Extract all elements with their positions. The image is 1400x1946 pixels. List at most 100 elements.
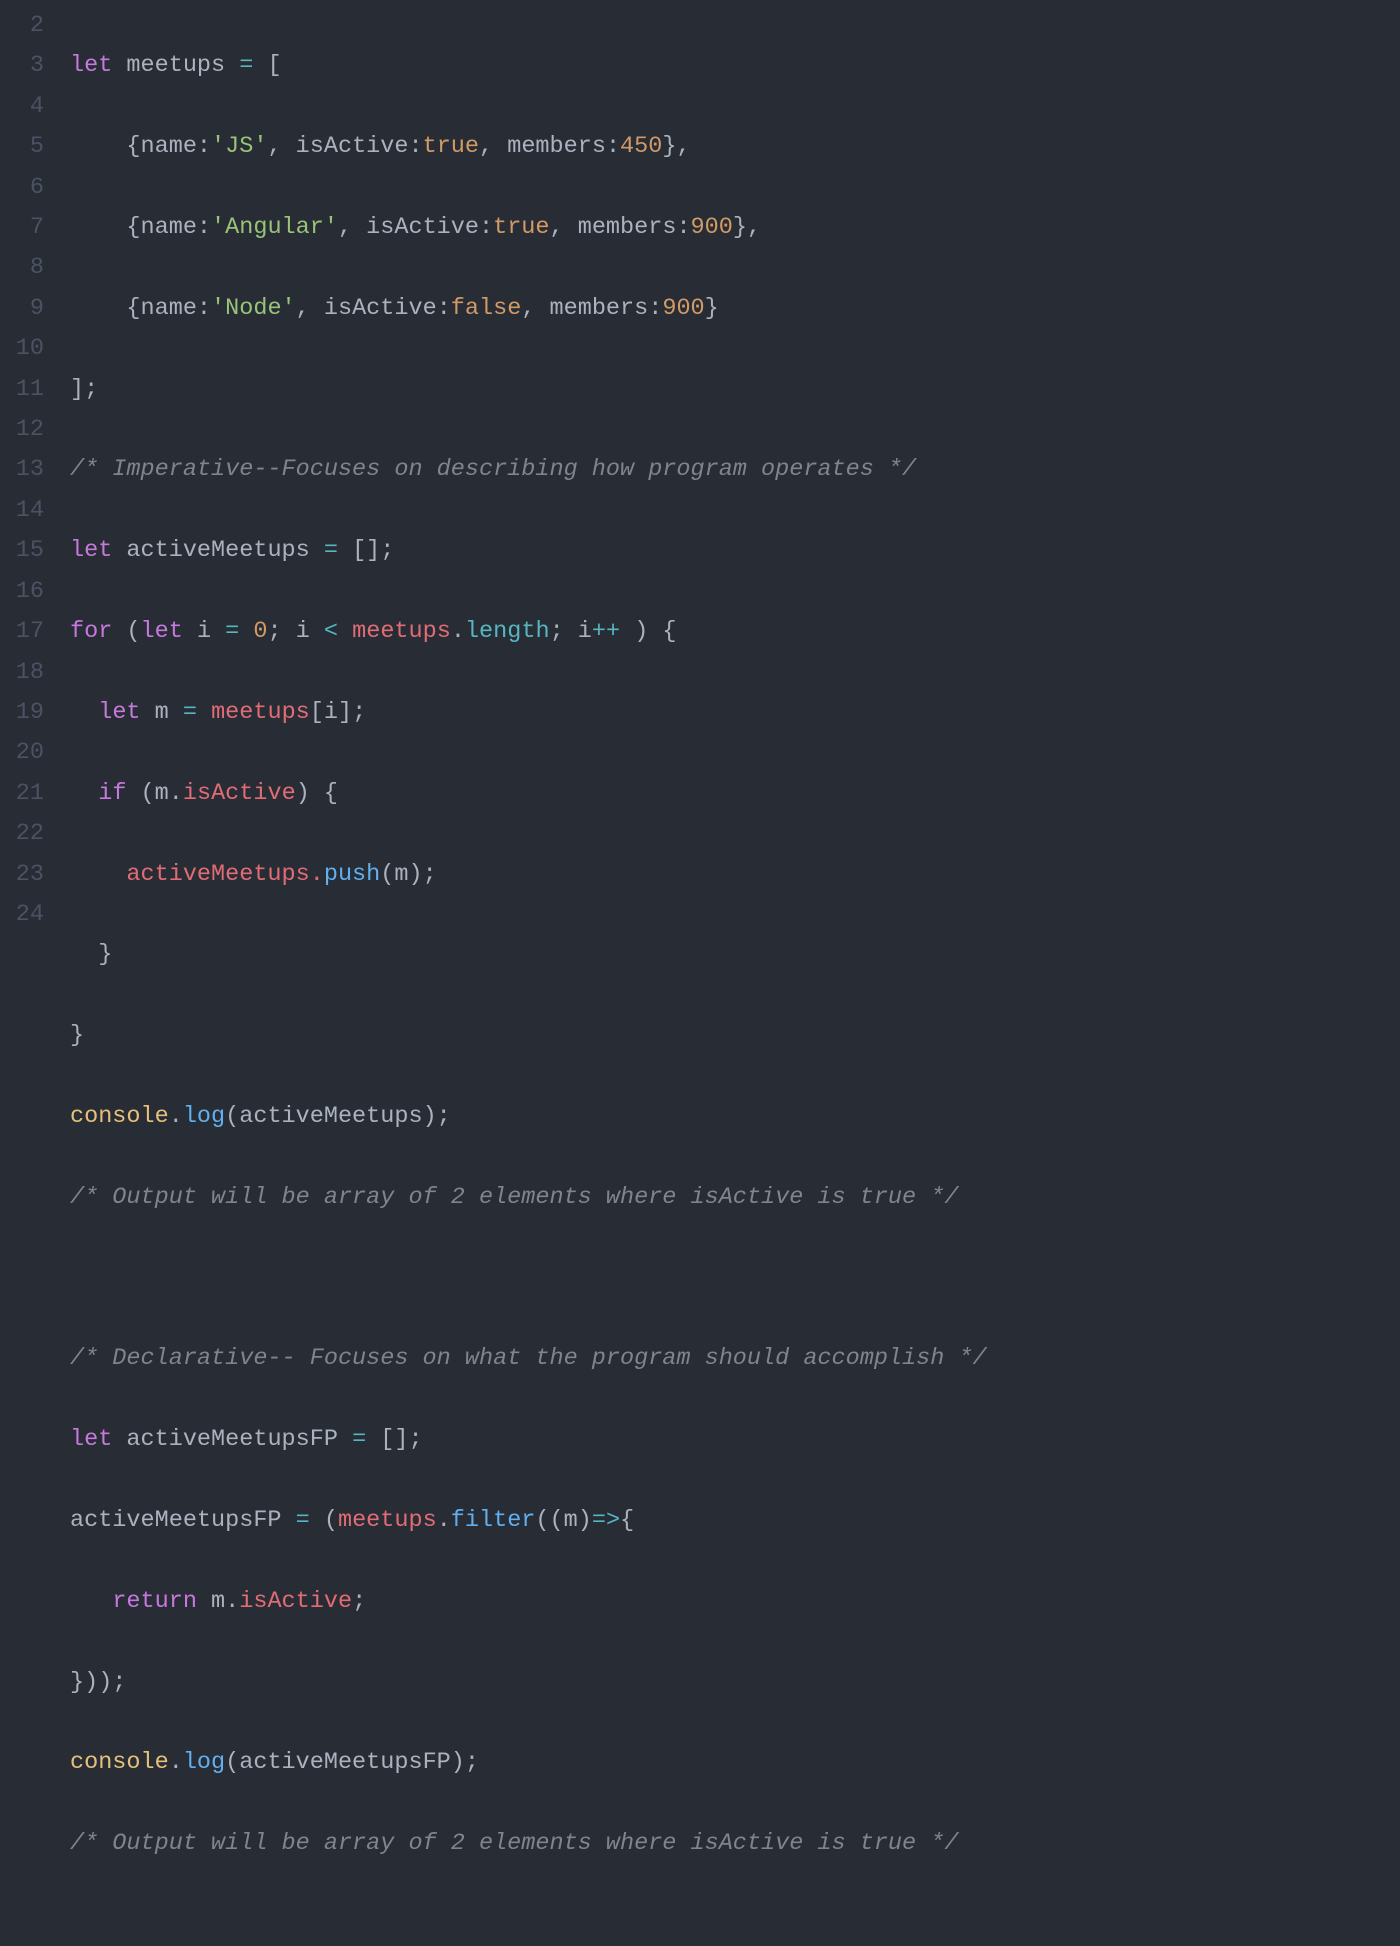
line-number: 10 <box>0 329 44 369</box>
space <box>70 780 98 807</box>
space <box>70 1588 112 1615</box>
punctuation: [ <box>253 52 281 79</box>
method: push <box>324 861 380 888</box>
code-line[interactable]: activeMeetupsFP = (meetups.filter((m)=>{ <box>70 1501 987 1541</box>
punctuation: ) { <box>296 780 338 807</box>
keyword: let <box>98 699 140 726</box>
punctuation: : <box>197 214 211 241</box>
code-line[interactable]: ]; <box>70 370 987 410</box>
punctuation: : <box>606 133 620 160</box>
punctuation: }, <box>662 133 690 160</box>
line-number: 4 <box>0 87 44 127</box>
line-number: 12 <box>0 410 44 450</box>
object: console <box>70 1103 169 1130</box>
property: isActive <box>183 780 296 807</box>
code-line[interactable]: return m.isActive; <box>70 1582 987 1622</box>
keyword: let <box>70 1426 112 1453</box>
identifier: meetups <box>352 618 451 645</box>
line-number: 7 <box>0 208 44 248</box>
punctuation: }, <box>733 214 761 241</box>
code-line[interactable]: activeMeetups.push(m); <box>70 855 987 895</box>
line-number-gutter: 2 3 4 5 6 7 8 9 10 11 12 13 14 15 16 17 … <box>0 6 56 1946</box>
punctuation: : <box>648 295 662 322</box>
code-line[interactable] <box>70 1259 987 1299</box>
boolean: true <box>493 214 549 241</box>
line-number: 23 <box>0 855 44 895</box>
code-line[interactable]: {name:'Angular', isActive:true, members:… <box>70 208 987 248</box>
operator: ++ <box>592 618 620 645</box>
line-number: 20 <box>0 733 44 773</box>
punctuation: . <box>451 618 465 645</box>
code-line[interactable]: } <box>70 1016 987 1056</box>
operator: = <box>296 1507 310 1534</box>
keyword: let <box>70 52 112 79</box>
line-number: 24 <box>0 895 44 935</box>
code-line[interactable]: console.log(activeMeetups); <box>70 1097 987 1137</box>
line-number: 6 <box>0 168 44 208</box>
punctuation: []; <box>338 537 394 564</box>
punctuation: m. <box>197 1588 239 1615</box>
punctuation: (m. <box>126 780 182 807</box>
code-line[interactable]: /* Imperative--Focuses on describing how… <box>70 450 987 490</box>
code-line[interactable]: } <box>70 935 987 975</box>
punctuation: })); <box>70 1669 126 1696</box>
identifier: activeMeetupsFP <box>70 1507 296 1534</box>
keyword: if <box>98 780 126 807</box>
keyword: let <box>70 537 112 564</box>
code-line[interactable]: /* Output will be array of 2 elements wh… <box>70 1824 987 1864</box>
punctuation: []; <box>366 1426 422 1453</box>
punctuation: } <box>70 941 112 968</box>
operator: < <box>324 618 338 645</box>
keyword: return <box>112 1588 197 1615</box>
punctuation: : <box>197 133 211 160</box>
code-line[interactable]: /* Declarative-- Focuses on what the pro… <box>70 1339 987 1379</box>
operator: => <box>592 1507 620 1534</box>
code-line[interactable]: })); <box>70 1663 987 1703</box>
comment: /* Output will be array of 2 elements wh… <box>70 1184 958 1211</box>
code-line[interactable]: if (m.isActive) { <box>70 774 987 814</box>
identifier: meetups <box>112 52 239 79</box>
identifier: meetups <box>211 699 310 726</box>
code-line[interactable]: let activeMeetups = []; <box>70 531 987 571</box>
line-number: 13 <box>0 450 44 490</box>
space <box>239 618 253 645</box>
property: , isActive <box>296 295 437 322</box>
code-line[interactable]: /* Output will be array of 2 elements wh… <box>70 1178 987 1218</box>
identifier: activeMeetupsFP <box>112 1426 352 1453</box>
identifier: i <box>183 618 225 645</box>
code-line[interactable]: let m = meetups[i]; <box>70 693 987 733</box>
punctuation: [i]; <box>310 699 366 726</box>
code-line[interactable]: {name:'JS', isActive:true, members:450}, <box>70 127 987 167</box>
line-number: 11 <box>0 370 44 410</box>
code-line[interactable]: let activeMeetupsFP = []; <box>70 1420 987 1460</box>
boolean: false <box>451 295 522 322</box>
line-number: 16 <box>0 572 44 612</box>
punctuation: : <box>479 214 493 241</box>
operator: = <box>183 699 197 726</box>
punctuation: ( <box>310 1507 338 1534</box>
boolean: true <box>423 133 479 160</box>
punctuation: { <box>620 1507 634 1534</box>
punctuation: . <box>437 1507 451 1534</box>
operator: = <box>239 52 253 79</box>
number: 900 <box>662 295 704 322</box>
code-line[interactable]: {name:'Node', isActive:false, members:90… <box>70 289 987 329</box>
number: 900 <box>691 214 733 241</box>
code-editor[interactable]: 2 3 4 5 6 7 8 9 10 11 12 13 14 15 16 17 … <box>0 0 1400 1946</box>
property: , members <box>479 133 606 160</box>
code-line[interactable]: let meetups = [ <box>70 46 987 86</box>
operator: = <box>225 618 239 645</box>
identifier: activeMeetups <box>112 537 324 564</box>
code-line[interactable]: for (let i = 0; i < meetups.length; i++ … <box>70 612 987 652</box>
punctuation: (activeMeetups); <box>225 1103 451 1130</box>
punctuation: ((m) <box>535 1507 591 1534</box>
identifier: ; i <box>550 618 592 645</box>
space <box>197 699 211 726</box>
code-content[interactable]: let meetups = [ {name:'JS', isActive:tru… <box>56 6 987 1946</box>
punctuation: } <box>70 1022 84 1049</box>
line-number: 19 <box>0 693 44 733</box>
line-number: 22 <box>0 814 44 854</box>
code-line[interactable]: console.log(activeMeetupsFP); <box>70 1743 987 1783</box>
method: log <box>183 1749 225 1776</box>
string: 'Node' <box>211 295 296 322</box>
